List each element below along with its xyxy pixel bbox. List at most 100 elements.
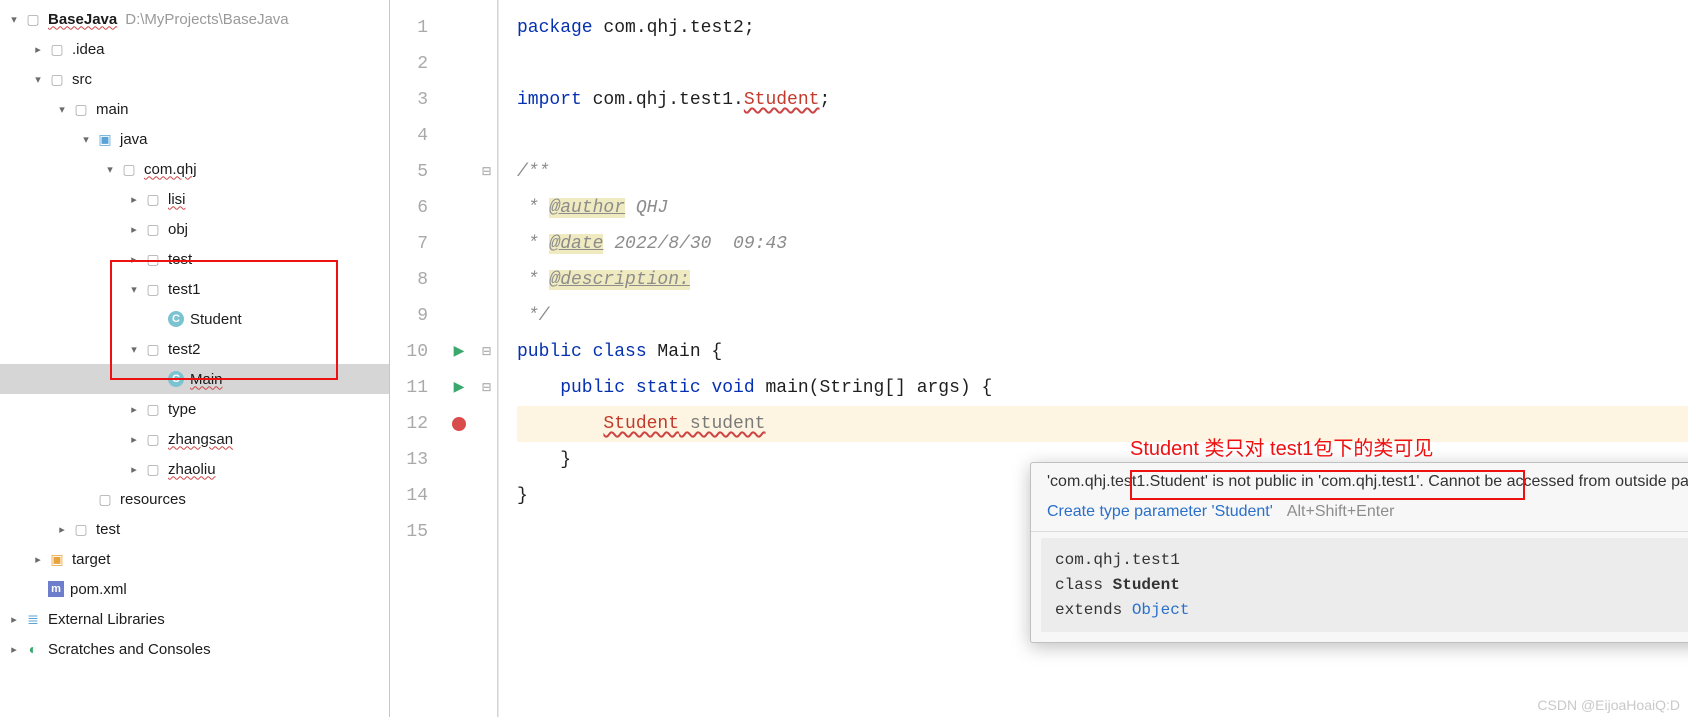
package-icon: ▢ xyxy=(144,250,162,268)
error-hint-popup[interactable]: 'com.qhj.test1.Student' is not public in… xyxy=(1030,462,1688,643)
tree-item-test2[interactable]: ▾ ▢ test2 xyxy=(0,334,389,364)
folder-icon: ▢ xyxy=(72,100,90,118)
code-line: import com.qhj.test1.Student; xyxy=(517,82,1688,118)
tree-item-main[interactable]: ▾ ▢ main xyxy=(0,94,389,124)
label: Student xyxy=(190,311,242,328)
chevron-down-icon[interactable]: ▾ xyxy=(6,11,22,27)
label: type xyxy=(168,401,196,418)
label: Main xyxy=(190,371,223,388)
code-line: * @author QHJ xyxy=(517,190,1688,226)
label: java xyxy=(120,131,148,148)
label: obj xyxy=(168,221,188,238)
label: test xyxy=(168,251,192,268)
line-number-column: 1 2 3 4 5 6 7 8 9 10 11 12 13 14 15 xyxy=(390,0,442,717)
library-icon: ≣ xyxy=(24,610,42,628)
tree-item-type[interactable]: ▸ ▢ type xyxy=(0,394,389,424)
package-icon: ▢ xyxy=(144,460,162,478)
label: zhaoliu xyxy=(168,461,216,478)
tree-item-student[interactable]: ▸ C Student xyxy=(0,304,389,334)
fold-toggle[interactable]: ⊟ xyxy=(476,370,497,406)
chevron-down-icon[interactable]: ▾ xyxy=(102,161,118,177)
tree-item-resources[interactable]: ▸ ▢ resources xyxy=(0,484,389,514)
target-folder-icon: ▣ xyxy=(48,550,66,568)
shortcut: Alt+Shift+Enter xyxy=(1287,503,1395,521)
run-icon[interactable]: ▶ xyxy=(454,370,465,406)
tree-item-src[interactable]: ▾ ▢ src xyxy=(0,64,389,94)
label: zhangsan xyxy=(168,431,233,448)
code-line: * @date 2022/8/30 09:43 xyxy=(517,226,1688,262)
line-number: 12 xyxy=(390,406,442,442)
chevron-down-icon[interactable]: ▾ xyxy=(126,341,142,357)
scratch-icon: ◐ xyxy=(24,640,42,658)
line-number: 15 xyxy=(390,514,442,550)
annotation-text: Student 类只对 test1包下的类可见 xyxy=(1130,432,1433,461)
line-number: 10 xyxy=(390,334,442,370)
tree-item-root[interactable]: ▾ ▢ BaseJava D:\MyProjects\BaseJava xyxy=(0,4,389,34)
editor[interactable]: 1 2 3 4 5 6 7 8 9 10 11 12 13 14 15 ▶ ▶ xyxy=(390,0,1688,717)
fold-toggle[interactable]: ⊟ xyxy=(476,334,497,370)
tree-item-pom[interactable]: ▸ m pom.xml xyxy=(0,574,389,604)
line-number: 5 xyxy=(390,154,442,190)
folder-icon: ▢ xyxy=(24,10,42,28)
chevron-right-icon[interactable]: ▸ xyxy=(6,641,22,657)
folder-icon: ▢ xyxy=(48,40,66,58)
tree-item-test[interactable]: ▸ ▢ test xyxy=(0,244,389,274)
label: resources xyxy=(120,491,186,508)
run-icon[interactable]: ▶ xyxy=(454,334,465,370)
chevron-down-icon[interactable]: ▾ xyxy=(78,131,94,147)
folder-icon: ▢ xyxy=(72,520,90,538)
tree-item-ext-lib[interactable]: ▸ ≣ External Libraries xyxy=(0,604,389,634)
tree-item-main-class[interactable]: ▸ C Main xyxy=(0,364,389,394)
root-path: D:\MyProjects\BaseJava xyxy=(125,11,288,28)
chevron-right-icon[interactable]: ▸ xyxy=(126,431,142,447)
chevron-right-icon[interactable]: ▸ xyxy=(126,191,142,207)
fold-toggle[interactable]: ⊟ xyxy=(476,154,497,190)
chevron-right-icon[interactable]: ▸ xyxy=(126,221,142,237)
quickfix-create-type[interactable]: Create type parameter 'Student' xyxy=(1047,503,1273,521)
line-number: 13 xyxy=(390,442,442,478)
line-number: 7 xyxy=(390,226,442,262)
hint-message: 'com.qhj.test1.Student' is not public in… xyxy=(1047,473,1688,491)
code-line xyxy=(517,118,1688,154)
label: Scratches and Consoles xyxy=(48,641,211,658)
tree-item-test1[interactable]: ▾ ▢ test1 xyxy=(0,274,389,304)
chevron-down-icon[interactable]: ▾ xyxy=(54,101,70,117)
label: com.qhj xyxy=(144,161,197,178)
chevron-right-icon[interactable]: ▸ xyxy=(30,41,46,57)
tree-item-java[interactable]: ▾ ▣ java xyxy=(0,124,389,154)
source-folder-icon: ▣ xyxy=(96,130,114,148)
line-number: 4 xyxy=(390,118,442,154)
class-icon: C xyxy=(168,371,184,387)
error-bulb-icon[interactable] xyxy=(452,417,466,431)
label: test1 xyxy=(168,281,201,298)
label: src xyxy=(72,71,92,88)
code-line xyxy=(517,46,1688,82)
chevron-right-icon[interactable]: ▸ xyxy=(126,251,142,267)
tree-item-lisi[interactable]: ▸ ▢ lisi xyxy=(0,184,389,214)
chevron-right-icon[interactable]: ▸ xyxy=(126,401,142,417)
tree-item-idea[interactable]: ▸ ▢ .idea xyxy=(0,34,389,64)
line-number: 8 xyxy=(390,262,442,298)
tree-item-obj[interactable]: ▸ ▢ obj xyxy=(0,214,389,244)
tree-item-zhaoliu[interactable]: ▸ ▢ zhaoliu xyxy=(0,454,389,484)
code-line: /** xyxy=(517,154,1688,190)
chevron-right-icon[interactable]: ▸ xyxy=(30,551,46,567)
tree-item-test-dir[interactable]: ▸ ▢ test xyxy=(0,514,389,544)
chevron-right-icon[interactable]: ▸ xyxy=(54,521,70,537)
line-number: 6 xyxy=(390,190,442,226)
line-number: 3 xyxy=(390,82,442,118)
chevron-down-icon[interactable]: ▾ xyxy=(126,281,142,297)
chevron-right-icon[interactable]: ▸ xyxy=(6,611,22,627)
label: External Libraries xyxy=(48,611,165,628)
fold-column: ⊟ ⊟ ⊟ xyxy=(476,0,498,717)
package-icon: ▢ xyxy=(144,280,162,298)
tree-item-zhangsan[interactable]: ▸ ▢ zhangsan xyxy=(0,424,389,454)
line-number: 1 xyxy=(390,10,442,46)
label: lisi xyxy=(168,191,186,208)
chevron-right-icon[interactable]: ▸ xyxy=(126,461,142,477)
chevron-down-icon[interactable]: ▾ xyxy=(30,71,46,87)
tree-item-pkg[interactable]: ▾ ▢ com.qhj xyxy=(0,154,389,184)
tree-item-target[interactable]: ▸ ▣ target xyxy=(0,544,389,574)
tree-item-scratch[interactable]: ▸ ◐ Scratches and Consoles xyxy=(0,634,389,664)
project-tree[interactable]: ▾ ▢ BaseJava D:\MyProjects\BaseJava ▸ ▢ … xyxy=(0,0,390,717)
